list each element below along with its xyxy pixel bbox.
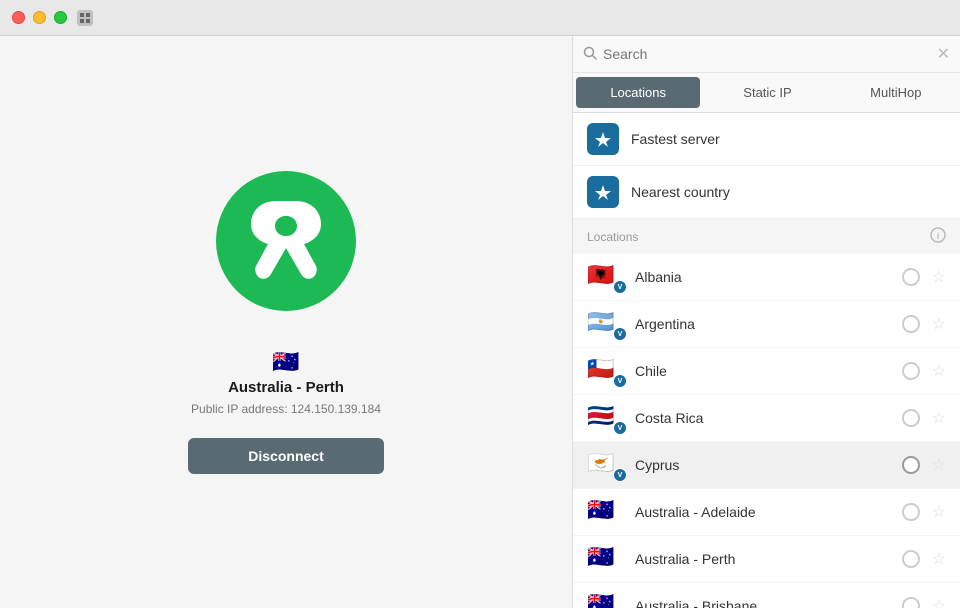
cyprus-flag: 🇨🇾 [587, 450, 614, 475]
locations-list: Fastest server Nearest country Locations… [573, 113, 960, 608]
au-perth-flag: 🇦🇺 [587, 544, 614, 569]
au-adelaide-radio[interactable] [902, 503, 920, 521]
costa-rica-flag: 🇨🇷 [587, 403, 614, 428]
location-chile[interactable]: 🇨🇱 V Chile ☆ [573, 348, 960, 395]
search-clear-icon[interactable]: ✕ [937, 44, 950, 64]
info-icon[interactable]: i [930, 227, 946, 246]
au-adelaide-flag-wrap: 🇦🇺 [587, 499, 623, 525]
costa-rica-flag-wrap: 🇨🇷 V [587, 405, 623, 431]
main-content: 🇦🇺 Australia - Perth Public IP address: … [0, 36, 960, 608]
fastest-server-label: Fastest server [631, 131, 720, 147]
argentina-flag-wrap: 🇦🇷 V [587, 311, 623, 337]
locations-section-header: Locations i [573, 219, 960, 254]
cyprus-radio[interactable] [902, 456, 920, 474]
connected-location: Australia - Perth [228, 379, 344, 396]
cyprus-star[interactable]: ☆ [932, 455, 946, 475]
argentina-star[interactable]: ☆ [932, 314, 946, 334]
argentina-radio[interactable] [902, 315, 920, 333]
au-brisbane-name: Australia - Brisbane [635, 598, 890, 608]
au-adelaide-flag: 🇦🇺 [587, 497, 614, 522]
albania-vpn-badge: V [613, 280, 627, 294]
location-argentina[interactable]: 🇦🇷 V Argentina ☆ [573, 301, 960, 348]
argentina-name: Argentina [635, 316, 890, 332]
location-au-adelaide[interactable]: 🇦🇺 Australia - Adelaide ☆ [573, 489, 960, 536]
chile-radio[interactable] [902, 362, 920, 380]
connected-flag: 🇦🇺 [272, 351, 299, 373]
window-layout-button[interactable] [77, 10, 93, 26]
tab-locations[interactable]: Locations [576, 77, 700, 108]
albania-flag-wrap: 🇦🇱 V [587, 264, 623, 290]
public-ip: Public IP address: 124.150.139.184 [191, 402, 381, 416]
svg-text:i: i [937, 231, 940, 241]
traffic-lights [12, 11, 67, 24]
tab-multihop[interactable]: MultiHop [834, 77, 958, 108]
albania-flag: 🇦🇱 [587, 262, 614, 287]
costa-rica-vpn-badge: V [613, 421, 627, 435]
disconnect-button[interactable]: Disconnect [188, 438, 383, 474]
au-adelaide-star[interactable]: ☆ [932, 502, 946, 522]
location-albania[interactable]: 🇦🇱 V Albania ☆ [573, 254, 960, 301]
tab-static-ip[interactable]: Static IP [705, 77, 829, 108]
costa-rica-star[interactable]: ☆ [932, 408, 946, 428]
locations-section-label: Locations [587, 230, 638, 244]
maximize-button[interactable] [54, 11, 67, 24]
albania-radio[interactable] [902, 268, 920, 286]
fastest-server-item[interactable]: Fastest server [573, 113, 960, 166]
au-perth-star[interactable]: ☆ [932, 549, 946, 569]
location-costa-rica[interactable]: 🇨🇷 V Costa Rica ☆ [573, 395, 960, 442]
search-input[interactable] [603, 46, 931, 62]
au-brisbane-flag-wrap: 🇦🇺 [587, 593, 623, 608]
nearest-country-label: Nearest country [631, 184, 730, 200]
chile-star[interactable]: ☆ [932, 361, 946, 381]
nearest-country-item[interactable]: Nearest country [573, 166, 960, 219]
chile-flag: 🇨🇱 [587, 356, 614, 381]
au-brisbane-flag: 🇦🇺 [587, 591, 614, 608]
right-panel: ✕ Locations Static IP MultiHop Fastest s… [572, 36, 960, 608]
search-bar: ✕ [573, 36, 960, 73]
chile-flag-wrap: 🇨🇱 V [587, 358, 623, 384]
au-brisbane-star[interactable]: ☆ [932, 596, 946, 608]
argentina-flag: 🇦🇷 [587, 309, 614, 334]
au-brisbane-radio[interactable] [902, 597, 920, 608]
au-perth-flag-wrap: 🇦🇺 [587, 546, 623, 572]
titlebar [0, 0, 960, 36]
albania-star[interactable]: ☆ [932, 267, 946, 287]
search-icon [583, 46, 597, 63]
albania-name: Albania [635, 269, 890, 285]
tabs-bar: Locations Static IP MultiHop [573, 73, 960, 113]
close-button[interactable] [12, 11, 25, 24]
location-cyprus[interactable]: 🇨🇾 V Cyprus ☆ [573, 442, 960, 489]
app-logo [216, 171, 356, 311]
connection-info: 🇦🇺 Australia - Perth Public IP address: … [188, 351, 383, 474]
minimize-button[interactable] [33, 11, 46, 24]
chile-name: Chile [635, 363, 890, 379]
location-au-perth[interactable]: 🇦🇺 Australia - Perth ☆ [573, 536, 960, 583]
surfshark-logo-icon [246, 196, 326, 286]
cyprus-name: Cyprus [635, 457, 890, 473]
cyprus-vpn-badge: V [613, 468, 627, 482]
chile-vpn-badge: V [613, 374, 627, 388]
au-adelaide-name: Australia - Adelaide [635, 504, 890, 520]
argentina-vpn-badge: V [613, 327, 627, 341]
cyprus-flag-wrap: 🇨🇾 V [587, 452, 623, 478]
costa-rica-name: Costa Rica [635, 410, 890, 426]
au-perth-name: Australia - Perth [635, 551, 890, 567]
left-panel: 🇦🇺 Australia - Perth Public IP address: … [0, 36, 572, 608]
costa-rica-radio[interactable] [902, 409, 920, 427]
nearest-country-icon [587, 176, 619, 208]
location-au-brisbane[interactable]: 🇦🇺 Australia - Brisbane ☆ [573, 583, 960, 608]
au-perth-radio[interactable] [902, 550, 920, 568]
fastest-server-icon [587, 123, 619, 155]
